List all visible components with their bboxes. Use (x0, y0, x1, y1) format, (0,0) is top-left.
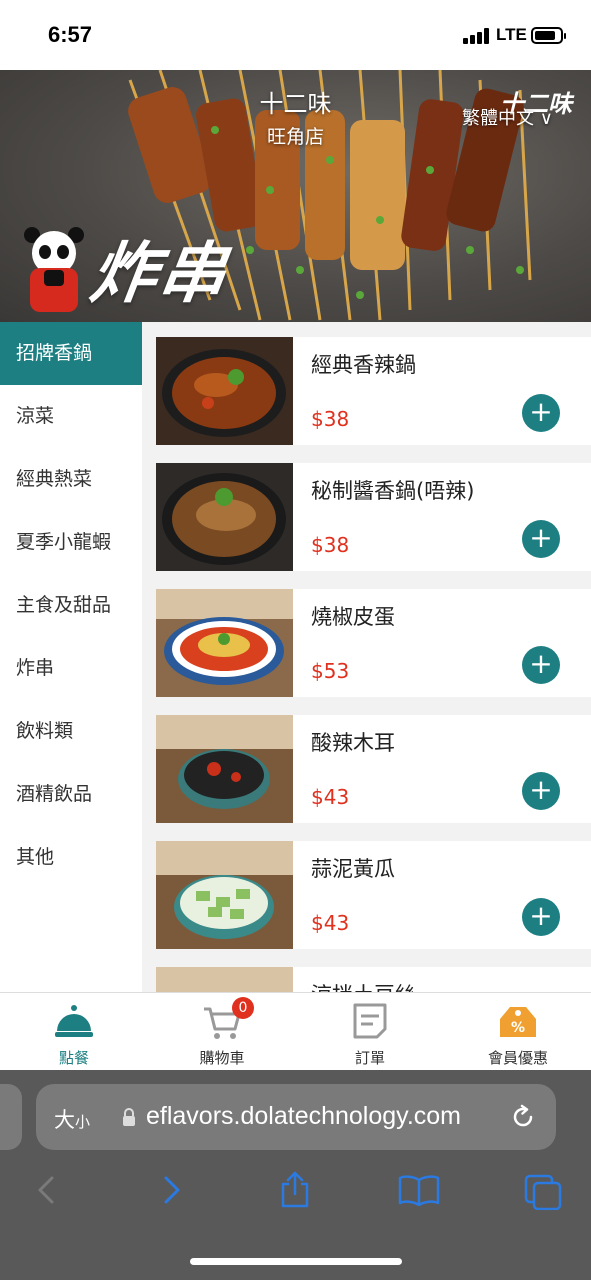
dish-price: $38 (311, 407, 350, 431)
category-item-skewers[interactable]: 炸串 (0, 637, 142, 700)
dish-name: 經典香辣鍋 (311, 353, 416, 377)
menu-item[interactable]: 蒜泥黃瓜 $43 + (156, 841, 591, 949)
battery-fill (535, 31, 555, 40)
network-label: LTE (496, 25, 527, 44)
tab-cart[interactable]: 0 購物車 (148, 993, 296, 1071)
share-icon[interactable] (279, 1170, 311, 1208)
battery-icon (531, 27, 566, 44)
dish-photo (156, 463, 293, 571)
reload-icon[interactable] (510, 1104, 536, 1130)
bottom-tab-bar: 點餐 0 購物車 訂單 % 會員優惠 (0, 992, 591, 1070)
text-size-small: 小 (75, 1113, 91, 1131)
dish-name: 酸辣木耳 (311, 731, 395, 755)
add-to-cart-button[interactable]: + (522, 898, 560, 936)
url-text: eflavors.dolatechnology.com (146, 1102, 461, 1130)
menu-item[interactable]: 酸辣木耳 $43 + (156, 715, 591, 823)
category-item-staples-desserts[interactable]: 主食及甜品 (0, 574, 142, 637)
svg-text:%: % (511, 1020, 525, 1036)
dish-price: $53 (311, 659, 350, 683)
order-icon (353, 1003, 387, 1039)
category-item-alcohol[interactable]: 酒精飲品 (0, 763, 142, 826)
text-size-button[interactable]: 大小 (54, 1104, 90, 1134)
category-item-drinks[interactable]: 飲料類 (0, 700, 142, 763)
menu-item[interactable]: 秘制醬香鍋(唔辣) $38 + (156, 463, 591, 571)
dish-price: $43 (311, 911, 350, 935)
dish-photo (156, 715, 293, 823)
bookmarks-icon[interactable] (398, 1174, 440, 1206)
address-bar[interactable]: 大小 eflavors.dolatechnology.com (36, 1084, 556, 1150)
home-indicator[interactable] (190, 1258, 402, 1265)
add-to-cart-button[interactable]: + (522, 646, 560, 684)
language-selector[interactable]: 繁體中文 ∨ (462, 104, 553, 130)
category-item-cold-dishes[interactable]: 涼菜 (0, 385, 142, 448)
dish-name: 涼拌土豆絲 (311, 979, 416, 992)
forward-icon[interactable] (160, 1174, 184, 1206)
dish-price: $38 (311, 533, 350, 557)
discount-tag-icon: % (500, 1007, 536, 1037)
banner-title: 炸串 (85, 235, 233, 312)
store-banner: 十二味 旺角店 十二味 繁體中文 ∨ 炸串 (0, 70, 591, 322)
previous-tab-preview[interactable] (0, 1084, 22, 1150)
tab-label: 購物車 (199, 1049, 245, 1067)
add-to-cart-button[interactable]: + (522, 394, 560, 432)
menu-item[interactable]: 涼拌土豆絲 (156, 967, 591, 992)
dish-price: $43 (311, 785, 350, 809)
cart-count-badge: 0 (232, 997, 254, 1019)
add-to-cart-button[interactable]: + (522, 520, 560, 558)
dish-photo (156, 589, 293, 697)
tab-order[interactable]: 點餐 (0, 993, 148, 1071)
tabs-icon[interactable] (524, 1174, 562, 1210)
text-size-large: 大 (54, 1108, 75, 1132)
category-item-crayfish[interactable]: 夏季小龍蝦 (0, 511, 142, 574)
menu-item[interactable]: 經典香辣鍋 $38 + (156, 337, 591, 445)
dish-name: 秘制醬香鍋(唔辣) (311, 479, 475, 503)
dish-name: 燒椒皮蛋 (311, 605, 395, 629)
add-to-cart-button[interactable]: + (522, 772, 560, 810)
tab-label: 會員優惠 (487, 1049, 548, 1067)
tab-label: 點餐 (58, 1049, 89, 1067)
back-icon[interactable] (34, 1174, 58, 1206)
category-item-other[interactable]: 其他 (0, 826, 142, 889)
panda-mascot (24, 227, 84, 312)
tab-orders[interactable]: 訂單 (296, 993, 444, 1071)
tab-member-offers[interactable]: % 會員優惠 (444, 993, 591, 1071)
cloche-icon (55, 1005, 93, 1037)
category-item-signature-pot[interactable]: 招牌香鍋 (0, 322, 142, 385)
dish-photo (156, 337, 293, 445)
menu-list: 經典香辣鍋 $38 + 秘制醬香鍋(唔辣) $38 + 燒椒皮蛋 $53 + 酸… (142, 322, 591, 992)
dish-photo (156, 967, 293, 992)
dish-name: 蒜泥黃瓜 (311, 857, 395, 881)
category-item-classic-hot-dishes[interactable]: 經典熱菜 (0, 448, 142, 511)
status-time: 6:57 (48, 22, 93, 47)
lock-icon (123, 1108, 135, 1126)
category-sidebar: 招牌香鍋 涼菜 經典熱菜 夏季小龍蝦 主食及甜品 炸串 飲料類 酒精飲品 其他 (0, 322, 142, 992)
menu-item[interactable]: 燒椒皮蛋 $53 + (156, 589, 591, 697)
dish-photo (156, 841, 293, 949)
tab-label: 訂單 (354, 1049, 385, 1067)
browser-toolbar: 大小 eflavors.dolatechnology.com (0, 1070, 591, 1280)
status-bar: 6:57 LTE (0, 0, 591, 70)
signal-icon (463, 28, 491, 44)
